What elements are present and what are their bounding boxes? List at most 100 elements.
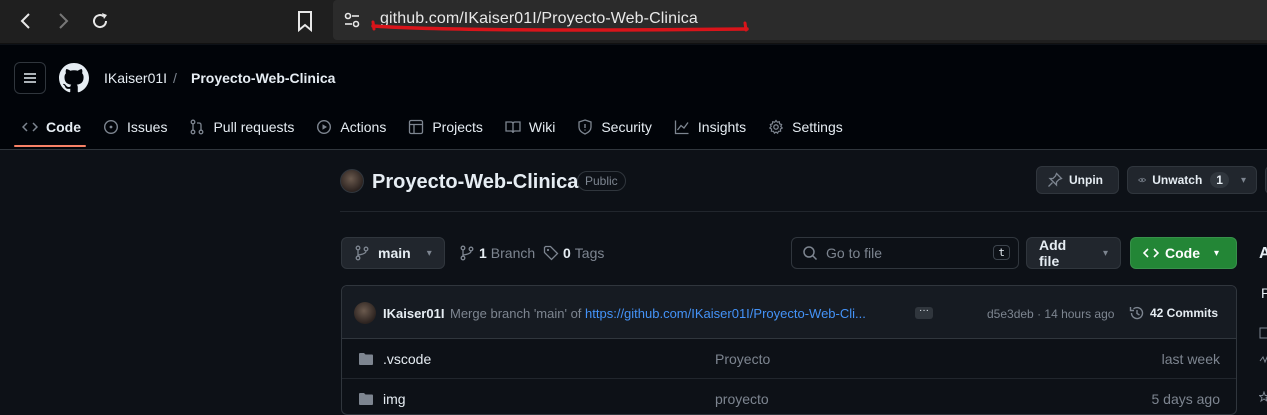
unwatch-button[interactable]: Unwatch 1 ▾: [1127, 166, 1257, 194]
chevron-down-icon: ▾: [1102, 247, 1108, 259]
avatar[interactable]: [340, 169, 364, 193]
breadcrumb-repo[interactable]: Proyecto-Web-Clinica: [191, 70, 335, 86]
add-file-label: Add file: [1039, 237, 1067, 269]
file-date: last week: [1161, 351, 1220, 367]
tab-code[interactable]: Code: [14, 113, 89, 141]
github-logo-icon[interactable]: [59, 63, 89, 93]
chevron-down-icon: ▾: [426, 247, 432, 259]
tab-label: Pull requests: [213, 119, 295, 135]
go-to-file-input[interactable]: Go to file t: [791, 237, 1019, 269]
tab-label: Issues: [127, 119, 168, 135]
branch-name: main: [378, 245, 411, 261]
tab-label: Wiki: [528, 119, 556, 135]
bookmark-icon[interactable]: [293, 9, 317, 33]
unpin-button[interactable]: Unpin: [1036, 166, 1119, 194]
issue-icon: [103, 119, 119, 135]
unpin-label: Unpin: [1069, 173, 1103, 187]
table-icon: [409, 119, 424, 135]
branch-icon: [460, 245, 474, 261]
back-icon[interactable]: [13, 8, 39, 34]
tab-label: Projects: [432, 119, 483, 135]
tab-pull-requests[interactable]: Pull requests: [181, 113, 302, 141]
eye-icon: [1138, 177, 1147, 183]
branch-count-label: Branch: [490, 245, 536, 261]
repo-tabs: Code Issues Pull requests Actions Projec…: [14, 113, 857, 150]
watch-counter: 1: [1210, 172, 1229, 188]
code-icon: [22, 122, 38, 132]
unwatch-label: Unwatch: [1152, 173, 1203, 187]
about-heading: A: [1259, 245, 1267, 262]
history-icon: [1129, 306, 1144, 320]
forward-icon[interactable]: [50, 8, 76, 34]
tab-insights[interactable]: Insights: [666, 113, 754, 141]
tags-link[interactable]: 0 Tags: [543, 245, 604, 261]
commit-meta: d5e3deb · 14 hours ago: [987, 307, 1114, 321]
reload-icon[interactable]: [87, 8, 113, 34]
breadcrumb-separator: /: [173, 70, 177, 86]
tab-security[interactable]: Security: [569, 113, 660, 141]
add-file-button[interactable]: Add file ▾: [1026, 237, 1121, 269]
commit-author[interactable]: IKaiser01I: [383, 306, 444, 321]
book-icon: [505, 121, 521, 134]
tab-label: Insights: [697, 119, 747, 135]
graph-icon: [674, 120, 689, 135]
code-icon: [1143, 248, 1159, 258]
tag-count-label: Tags: [574, 245, 605, 261]
branches-link[interactable]: 1 Branch: [459, 245, 535, 261]
tab-issues[interactable]: Issues: [95, 113, 175, 141]
commit-time: · 14 hours ago: [1037, 307, 1115, 321]
tab-projects[interactable]: Projects: [400, 113, 491, 141]
visibility-badge: Public: [577, 171, 626, 191]
latest-commit-row: IKaiser01I Merge branch 'main' of https:…: [342, 286, 1236, 339]
branch-selector[interactable]: main ▾: [341, 237, 445, 269]
branch-icon: [355, 245, 369, 261]
about-text: P: [1261, 285, 1267, 301]
expand-commit-button[interactable]: ···: [915, 306, 933, 319]
tag-icon: [543, 245, 559, 261]
divider: [340, 211, 1267, 212]
commit-message-link[interactable]: https://github.com/IKaiser01I/Proyecto-W…: [585, 306, 866, 321]
shield-icon: [578, 119, 592, 135]
file-table: IKaiser01I Merge branch 'main' of https:…: [341, 285, 1237, 415]
tab-label: Actions: [340, 119, 387, 135]
hamburger-icon: [24, 73, 36, 83]
play-icon: [317, 119, 332, 135]
hamburger-menu-button[interactable]: [14, 62, 46, 94]
folder-icon: [358, 351, 374, 367]
readme-icon: [1259, 326, 1267, 339]
tab-actions[interactable]: Actions: [308, 113, 394, 141]
tab-label: Code: [46, 119, 81, 135]
pull-request-icon: [191, 119, 204, 135]
table-row[interactable]: .vscode Proyecto last week: [342, 339, 1236, 379]
file-commit-message[interactable]: Proyecto: [715, 351, 770, 367]
commit-message-text: Merge branch 'main' of: [450, 306, 586, 321]
commit-message[interactable]: Merge branch 'main' of https://github.co…: [450, 306, 866, 321]
code-button-label: Code: [1165, 245, 1200, 261]
chevron-down-icon: ▾: [1240, 174, 1246, 186]
page-title[interactable]: Proyecto-Web-Clinica: [372, 171, 578, 194]
avatar[interactable]: [354, 302, 376, 324]
table-row[interactable]: img proyecto 5 days ago: [342, 379, 1236, 414]
commit-hash[interactable]: d5e3deb: [987, 307, 1034, 321]
star-icon: [1258, 390, 1267, 403]
browser-toolbar: github.com/IKaiser01I/Proyecto-Web-Clini…: [0, 0, 1267, 44]
commits-link[interactable]: 42 Commits: [1129, 305, 1218, 321]
tab-label: Settings: [792, 119, 843, 135]
code-button[interactable]: Code ▾: [1130, 237, 1237, 269]
active-tab-indicator: [14, 145, 86, 147]
search-icon: [803, 246, 818, 261]
pin-icon: [1048, 172, 1063, 187]
gear-icon: [769, 119, 784, 135]
tab-label: Security: [601, 119, 652, 135]
tab-settings[interactable]: Settings: [760, 113, 851, 141]
breadcrumb-owner[interactable]: IKaiser01I: [104, 70, 167, 86]
github-header: IKaiser01I / Proyecto-Web-Clinica Code I…: [0, 45, 1267, 150]
activity-icon: [1259, 352, 1267, 364]
branch-count: 1: [479, 245, 487, 261]
chevron-down-icon: ▾: [1214, 247, 1220, 259]
commits-count: 42 Commits: [1150, 306, 1219, 320]
file-name[interactable]: .vscode: [383, 351, 431, 367]
keyboard-shortcut: t: [993, 245, 1010, 260]
tab-wiki[interactable]: Wiki: [497, 113, 563, 141]
site-settings-icon[interactable]: [343, 11, 361, 29]
